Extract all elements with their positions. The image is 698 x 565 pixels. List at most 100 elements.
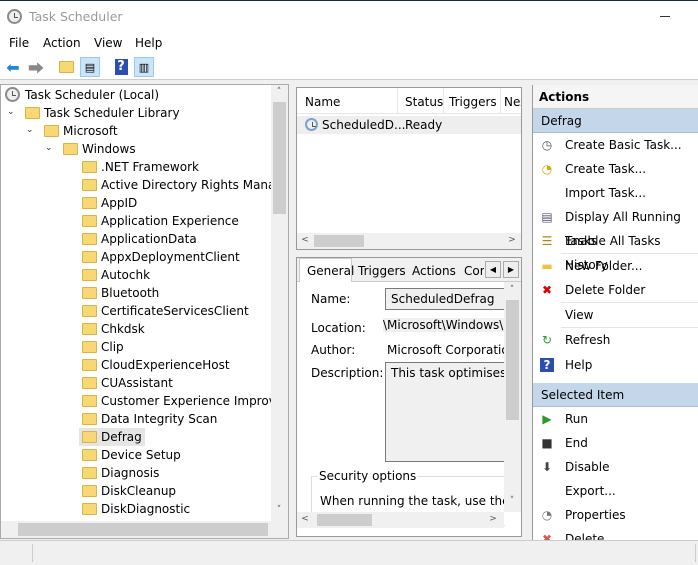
folder-icon xyxy=(82,197,97,209)
action-refresh[interactable]: ↻ Refresh xyxy=(533,328,698,352)
help-icon[interactable]: ? xyxy=(111,57,131,77)
action-view[interactable]: View xyxy=(533,303,698,327)
folder-icon xyxy=(82,251,97,263)
tree-item[interactable]: Active Directory Rights Management xyxy=(79,176,288,194)
chevron-down-icon[interactable]: ⌄ xyxy=(45,143,53,153)
action-export[interactable]: Export... xyxy=(533,479,698,503)
tree-item[interactable]: .NET Framework xyxy=(79,158,202,176)
up-folder-icon[interactable] xyxy=(56,57,76,77)
delete-folder-icon: ✖ xyxy=(541,283,553,297)
action-end[interactable]: ■ End xyxy=(533,431,698,455)
tree-item[interactable]: Application Experience xyxy=(79,212,242,230)
tree-item[interactable]: CUAssistant xyxy=(79,374,176,392)
section-selected-item[interactable]: Selected Item xyxy=(533,383,698,407)
folder-icon xyxy=(44,125,59,137)
action-help[interactable]: ? Help xyxy=(533,353,698,377)
tree-item[interactable]: AppxDeploymentClient xyxy=(79,248,243,266)
action-delete-folder[interactable]: ✖ Delete Folder xyxy=(533,278,698,302)
back-arrow-icon[interactable]: ⬅ xyxy=(3,57,23,77)
description-field[interactable]: This task optimises local storage drives… xyxy=(385,362,505,462)
folder-icon xyxy=(82,233,97,245)
folder-icon xyxy=(82,485,97,497)
tree-item[interactable]: CloudExperienceHost xyxy=(79,356,233,374)
tree-vertical-scrollbar[interactable]: ˄ ˅ xyxy=(271,85,288,521)
name-field[interactable]: ScheduledDefrag xyxy=(385,288,505,310)
tab-scroll-right-button[interactable]: ▶ xyxy=(503,261,519,278)
menu-action[interactable]: Action xyxy=(43,36,81,50)
tree-item-windows[interactable]: Windows xyxy=(63,140,136,158)
tree-item[interactable]: Data Integrity Scan xyxy=(79,410,220,428)
column-next-run[interactable]: Next Run Time xyxy=(504,95,521,109)
action-create-task[interactable]: ◔ Create Task... xyxy=(533,157,698,181)
tab-conditions[interactable]: Conditions xyxy=(464,264,484,278)
tree-item-library[interactable]: Task Scheduler Library xyxy=(25,104,180,122)
tree-item[interactable]: CertificateServicesClient xyxy=(79,302,252,320)
tree-item-microsoft[interactable]: Microsoft xyxy=(44,122,118,140)
menu-bar: File Action View Help xyxy=(0,32,698,54)
folder-icon xyxy=(82,467,97,479)
end-icon: ■ xyxy=(541,436,553,450)
delete-icon: ✖ xyxy=(541,532,553,540)
menu-view[interactable]: View xyxy=(94,36,122,50)
scroll-thumb[interactable] xyxy=(314,235,364,247)
action-display-all-running-tasks[interactable]: ▤ Display All Running Tasks xyxy=(533,205,698,248)
action-import-task[interactable]: Import Task... xyxy=(533,181,698,205)
task-list-hscrollbar[interactable]: < > xyxy=(297,233,521,249)
section-defrag[interactable]: Defrag xyxy=(533,109,698,133)
action-create-basic-task[interactable]: ◷ Create Basic Task... xyxy=(533,133,698,157)
tree-item[interactable]: Device Setup xyxy=(79,446,184,464)
chevron-down-icon[interactable]: ⌄ xyxy=(7,107,15,117)
scroll-thumb[interactable] xyxy=(273,102,286,214)
chevron-down-icon[interactable]: ⌄ xyxy=(26,125,34,135)
tab-scroll-left-button[interactable]: ◀ xyxy=(485,261,501,278)
details-hscrollbar[interactable]: < > xyxy=(297,512,504,528)
tree-horizontal-scrollbar[interactable] xyxy=(1,521,288,538)
action-run[interactable]: ▶ Run xyxy=(533,407,698,431)
forward-arrow-icon[interactable]: ⮕ xyxy=(26,57,46,78)
tab-general[interactable]: General xyxy=(299,258,354,282)
action-delete[interactable]: ✖ Delete xyxy=(533,527,698,540)
details-vscrollbar[interactable]: ˄ ˅ xyxy=(504,282,521,512)
tree-item[interactable]: AppID xyxy=(79,194,140,212)
tree-item[interactable]: ApplicationData xyxy=(79,230,200,248)
action-new-folder[interactable]: ▬ New Folder... xyxy=(533,254,698,278)
folder-icon xyxy=(82,341,97,353)
tree-item[interactable]: DiskCleanup xyxy=(79,482,179,500)
status-bar xyxy=(0,540,698,565)
show-hide-action-pane-icon[interactable]: ▥ xyxy=(134,57,154,77)
tree-item[interactable]: Defrag xyxy=(79,428,145,446)
tab-triggers[interactable]: Triggers xyxy=(358,264,406,278)
menu-file[interactable]: File xyxy=(9,36,29,50)
tree-item[interactable]: Clip xyxy=(79,338,127,356)
tree-item[interactable]: Diagnosis xyxy=(79,464,162,482)
create-basic-task-icon: ◷ xyxy=(541,138,553,152)
table-row[interactable]: ScheduledD... Ready xyxy=(297,116,521,134)
minimize-button[interactable] xyxy=(660,16,670,17)
tree-item[interactable]: Chkdsk xyxy=(79,320,148,338)
column-status[interactable]: Status xyxy=(405,95,443,109)
folder-icon xyxy=(82,377,97,389)
action-properties[interactable]: ◔ Properties xyxy=(533,503,698,527)
folder-icon xyxy=(82,449,97,461)
scroll-thumb[interactable] xyxy=(506,300,519,420)
column-name[interactable]: Name xyxy=(305,95,340,109)
action-enable-all-tasks-history[interactable]: ☰ Enable All Tasks History xyxy=(533,229,698,272)
scroll-thumb[interactable] xyxy=(317,514,372,526)
folder-icon xyxy=(82,503,97,515)
task-icon xyxy=(305,118,318,131)
show-hide-console-tree-icon[interactable]: ▤ xyxy=(80,57,100,77)
help-icon: ? xyxy=(540,358,554,372)
tree-item[interactable]: Bluetooth xyxy=(79,284,162,302)
tree-item[interactable]: DiskDiagnostic xyxy=(79,500,193,518)
disable-icon: ⬇ xyxy=(541,460,553,474)
tab-actions[interactable]: Actions xyxy=(412,264,456,278)
tree-item-local[interactable]: Task Scheduler (Local) xyxy=(5,86,159,104)
clock-icon xyxy=(5,87,20,102)
action-disable[interactable]: ⬇ Disable xyxy=(533,455,698,479)
tree-item[interactable]: Autochk xyxy=(79,266,153,284)
actions-header: Actions xyxy=(533,85,698,109)
scroll-thumb[interactable] xyxy=(18,523,268,536)
tree-item[interactable]: Customer Experience Improvement Program xyxy=(79,392,288,410)
menu-help[interactable]: Help xyxy=(135,36,162,50)
column-triggers[interactable]: Triggers xyxy=(449,95,497,109)
